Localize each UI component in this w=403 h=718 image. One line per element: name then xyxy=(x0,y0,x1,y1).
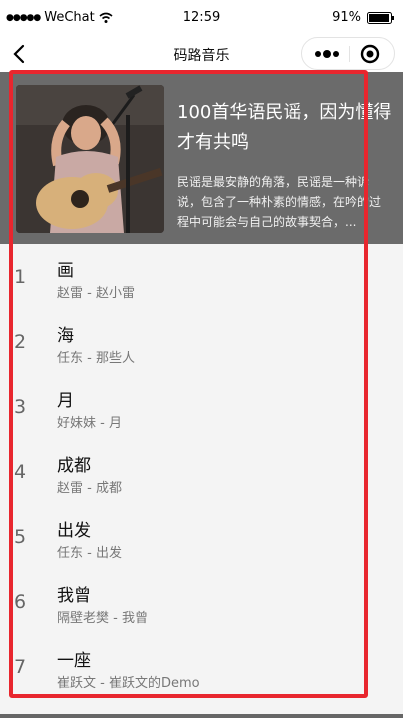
battery-icon xyxy=(367,11,394,24)
song-list: 1 画 赵雷 - 赵小雷 2 海 任东 - 那些人 3 月 好妹妹 - 月 4 … xyxy=(0,244,403,699)
song-index: 4 xyxy=(14,461,27,483)
song-index: 6 xyxy=(14,591,27,613)
song-name: 一座 xyxy=(57,651,91,671)
song-artist-album: 隔壁老樊 - 我曾 xyxy=(57,611,148,626)
close-target-icon[interactable] xyxy=(360,44,380,64)
playlist-description: 民谣是最安静的角落，民谣是一种诉说，包含了一种朴素的情感，在吟的过程中可能会与自… xyxy=(177,175,382,229)
song-artist-album: 崔跃文 - 崔跃文的Demo xyxy=(57,676,200,691)
song-artist-album: 好妹妹 - 月 xyxy=(57,416,122,431)
song-name: 海 xyxy=(57,326,74,346)
song-name: 成都 xyxy=(57,456,91,476)
song-name: 出发 xyxy=(57,521,91,541)
song-row[interactable]: 1 画 赵雷 - 赵小雷 xyxy=(0,244,403,309)
song-row[interactable]: 4 成都 赵雷 - 成都 xyxy=(0,439,403,504)
more-icon[interactable] xyxy=(314,47,340,61)
song-row[interactable]: 7 一座 崔跃文 - 崔跃文的Demo xyxy=(0,634,403,699)
playlist-title: 100首华语民谣，因为懂得才有共鸣 xyxy=(177,102,392,153)
playlist-header: 100首华语民谣，因为懂得才有共鸣 民谣是最安静的角落，民谣是一种诉说，包含了一… xyxy=(0,72,403,244)
battery-percent: 91% xyxy=(332,10,361,25)
song-name: 月 xyxy=(57,391,74,411)
nav-bar: 码路音乐 xyxy=(0,36,403,72)
mini-program-capsule xyxy=(301,37,395,70)
song-row[interactable]: 6 我曾 隔壁老樊 - 我曾 xyxy=(0,569,403,634)
song-index: 2 xyxy=(14,331,27,353)
cover-artwork xyxy=(16,85,164,233)
song-artist-album: 赵雷 - 成都 xyxy=(57,481,122,496)
song-artist-album: 赵雷 - 赵小雷 xyxy=(57,286,135,301)
song-row[interactable]: 2 海 任东 - 那些人 xyxy=(0,309,403,374)
song-index: 7 xyxy=(14,656,27,678)
song-row[interactable]: 5 出发 任东 - 出发 xyxy=(0,504,403,569)
song-index: 1 xyxy=(14,266,27,288)
song-artist-album: 任东 - 那些人 xyxy=(57,351,135,366)
song-name: 我曾 xyxy=(57,586,91,606)
bottom-edge xyxy=(0,714,403,718)
status-right: 91% xyxy=(332,10,395,25)
song-index: 5 xyxy=(14,526,27,548)
playlist-cover-image xyxy=(16,85,164,233)
song-index: 3 xyxy=(14,396,27,418)
song-row[interactable]: 3 月 好妹妹 - 月 xyxy=(0,374,403,439)
capsule-divider xyxy=(349,46,350,62)
status-bar: ●●●●● WeChat 12:59 91% xyxy=(0,0,403,36)
song-artist-album: 任东 - 出发 xyxy=(57,546,122,561)
song-name: 画 xyxy=(57,261,74,281)
